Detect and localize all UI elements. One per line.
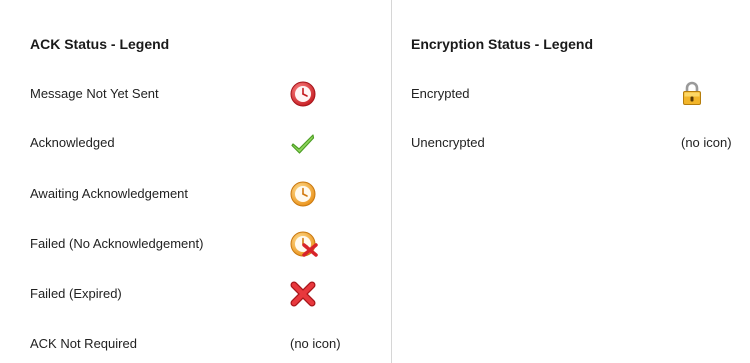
legend-row-acknowledged: Acknowledged bbox=[30, 126, 375, 160]
ack-status-legend-panel: ACK Status - Legend Message Not Yet Sent bbox=[0, 0, 392, 363]
padlock-icon bbox=[681, 81, 703, 107]
clock-with-red-x-icon bbox=[290, 231, 318, 257]
legend-row-ack-not-required: ACK Not Required (no icon) bbox=[30, 327, 375, 361]
orange-clock-icon bbox=[290, 181, 316, 207]
green-check-icon bbox=[290, 130, 316, 156]
legend-label: Awaiting Acknowledgement bbox=[30, 186, 189, 201]
legend-label: Message Not Yet Sent bbox=[30, 86, 159, 101]
legend-label: Encrypted bbox=[411, 86, 470, 101]
red-x-icon bbox=[290, 281, 316, 307]
legend-label: Failed (Expired) bbox=[30, 286, 122, 301]
legend-row-awaiting-ack: Awaiting Acknowledgement bbox=[30, 177, 375, 211]
encryption-legend-title: Encryption Status - Legend bbox=[411, 36, 594, 52]
encryption-status-legend-panel: Encryption Status - Legend Encrypted Une… bbox=[392, 0, 750, 363]
legend-label: ACK Not Required bbox=[30, 336, 137, 351]
no-icon-text: (no icon) bbox=[290, 336, 341, 351]
legend-row-failed-expired: Failed (Expired) bbox=[30, 277, 375, 311]
legend-row-unencrypted: Unencrypted (no icon) bbox=[411, 126, 746, 160]
red-clock-icon bbox=[290, 81, 316, 107]
ack-legend-title: ACK Status - Legend bbox=[30, 36, 170, 52]
legend-row-failed-no-ack: Failed (No Acknowledgement) bbox=[30, 227, 375, 261]
legend-row-not-yet-sent: Message Not Yet Sent bbox=[30, 77, 375, 111]
legend-row-encrypted: Encrypted bbox=[411, 77, 746, 111]
legend-label: Failed (No Acknowledgement) bbox=[30, 236, 204, 251]
legend-label: Acknowledged bbox=[30, 135, 115, 150]
legend-label: Unencrypted bbox=[411, 135, 485, 150]
no-icon-text: (no icon) bbox=[681, 135, 732, 150]
